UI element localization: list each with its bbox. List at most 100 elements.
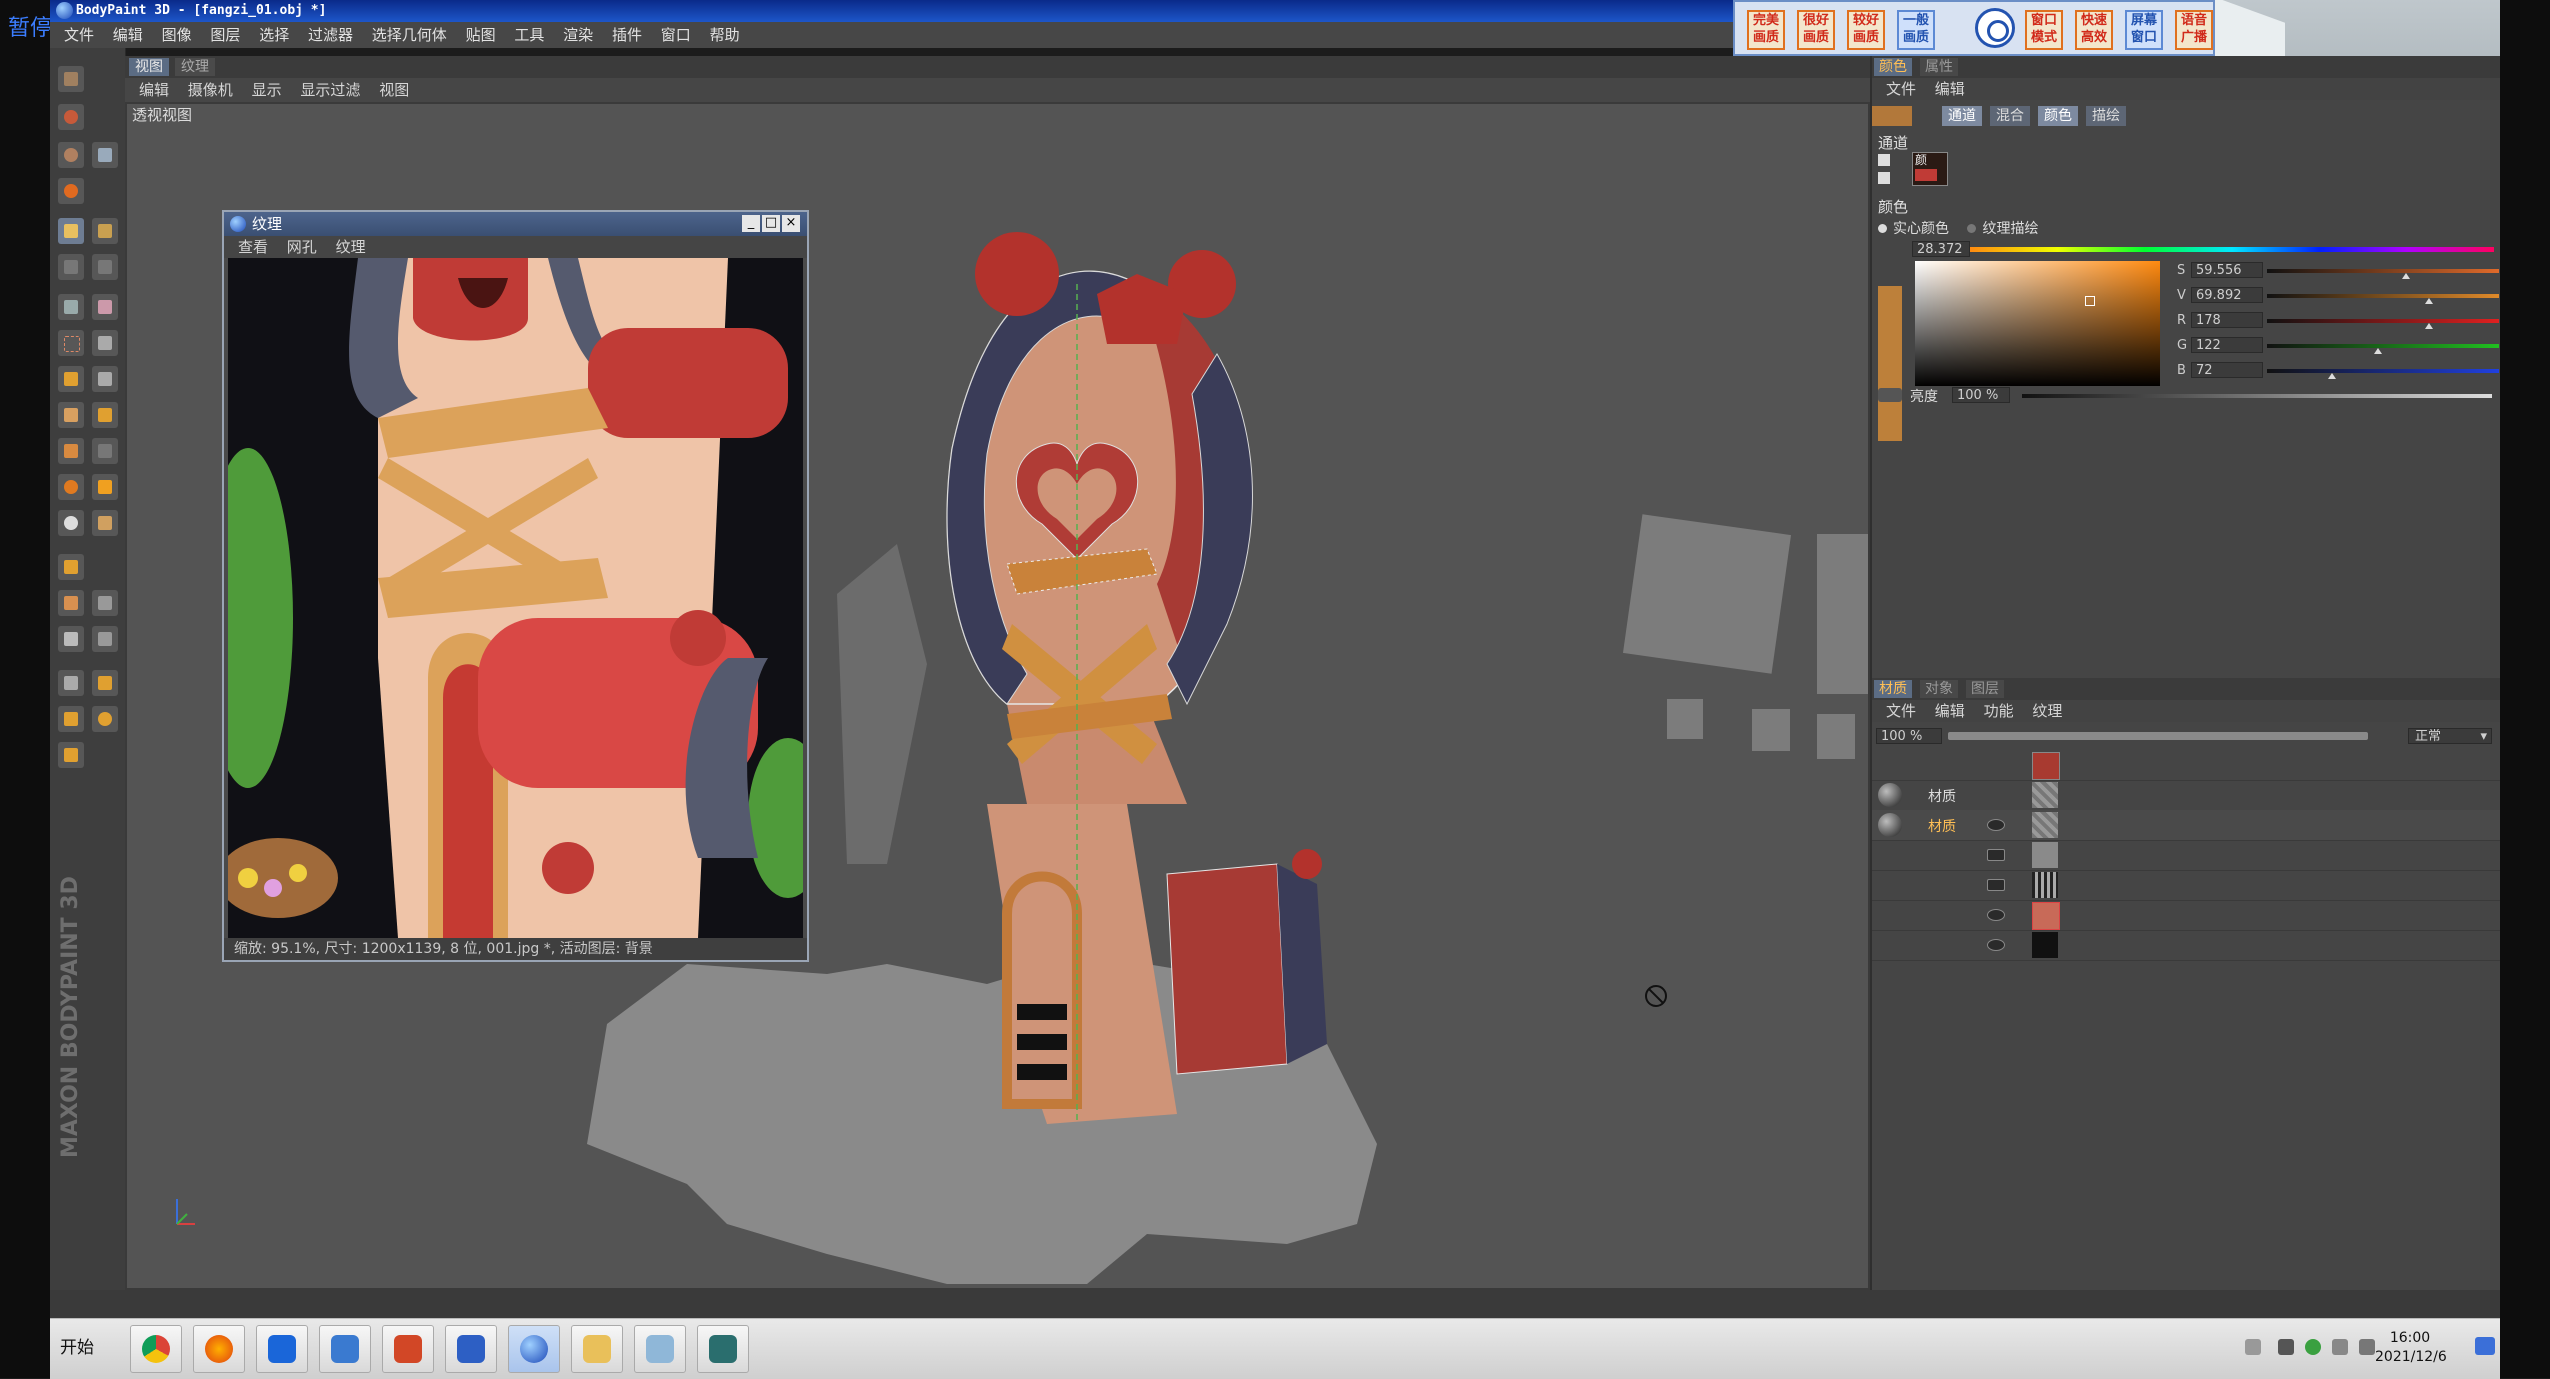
feishu-icon[interactable] (256, 1325, 308, 1373)
slider-value-field[interactable]: 122 (2191, 337, 2263, 353)
fill-bucket-icon[interactable] (58, 474, 84, 500)
layer-row[interactable] (1872, 840, 2500, 871)
texture-window[interactable]: 纹理 _ □ × 查看 网孔 纹理 缩放: 95.1%, 尺寸: 1200x11… (222, 210, 809, 962)
current-color-swatch[interactable] (1872, 106, 1912, 126)
tab-materials[interactable]: 材质 (1874, 680, 1912, 698)
channel-white-icon[interactable] (1878, 154, 1890, 166)
grid-icon[interactable] (58, 626, 84, 652)
vp-menu-filter[interactable]: 显示过滤 (300, 78, 360, 102)
lasso-icon[interactable] (58, 142, 84, 168)
menu-plugins[interactable]: 插件 (612, 22, 642, 48)
menu-tools[interactable]: 工具 (514, 22, 544, 48)
slider-knob[interactable] (2402, 273, 2411, 279)
transform-icon[interactable] (92, 366, 118, 392)
rotate-icon[interactable] (92, 706, 118, 732)
menu-file[interactable]: 文件 (64, 22, 94, 48)
magic-wand-icon[interactable] (92, 142, 118, 168)
layer-row[interactable] (1872, 930, 2500, 961)
tray-network-icon[interactable] (2332, 1339, 2348, 1355)
undo-view-icon[interactable] (58, 66, 84, 92)
slider-value-field[interactable]: 69.892 (2191, 287, 2263, 303)
channel-swatch[interactable]: 颜 (1912, 152, 1948, 186)
layer-row[interactable] (1872, 870, 2500, 901)
screen-window-button[interactable]: 屏幕窗口 (2125, 10, 2163, 50)
slider-knob[interactable] (2425, 298, 2434, 304)
vp-menu-camera[interactable]: 摄像机 (188, 78, 233, 102)
color-menu-edit[interactable]: 编辑 (1935, 78, 1965, 100)
paint-setup-icon[interactable] (58, 178, 84, 204)
slider-track[interactable] (2267, 319, 2499, 323)
channel-black-icon[interactable] (1878, 172, 1890, 184)
slider-knob[interactable] (2327, 373, 2336, 379)
tex-menu-view[interactable]: 查看 (238, 236, 268, 258)
vp-menu-display[interactable]: 显示 (252, 78, 282, 102)
p-icon[interactable] (445, 1325, 497, 1373)
channel-tab-channel[interactable]: 通道 (1942, 106, 1982, 126)
window-mode-button[interactable]: 窗口模式 (2025, 10, 2063, 50)
rect-select-icon[interactable] (58, 330, 84, 356)
triangle-icon[interactable] (58, 554, 84, 580)
vp-menu-view[interactable]: 视图 (379, 78, 409, 102)
taskbar-clock[interactable]: 16:00 2021/12/6 (2375, 1329, 2447, 1367)
show-desktop-icon[interactable] (2475, 1337, 2495, 1355)
menu-texture-map[interactable]: 贴图 (466, 22, 496, 48)
select-arrow-icon[interactable] (58, 670, 84, 696)
slider-track[interactable] (2267, 294, 2499, 298)
slider-knob[interactable] (2374, 348, 2383, 354)
quality-normal-button[interactable]: 一般画质 (1897, 10, 1935, 50)
tray-icon[interactable] (2245, 1339, 2261, 1355)
close-button[interactable]: × (782, 215, 800, 232)
reference-image[interactable] (228, 258, 803, 938)
channel-tab-paint[interactable]: 描绘 (2086, 106, 2126, 126)
mat-menu-functions[interactable]: 功能 (1984, 700, 2014, 722)
slider-value-field[interactable]: 178 (2191, 312, 2263, 328)
slider-value-field[interactable]: 59.556 (2191, 262, 2263, 278)
slider-value-field[interactable]: 72 (2191, 362, 2263, 378)
slider-track[interactable] (2267, 269, 2499, 273)
layer-row[interactable] (1872, 750, 2500, 781)
sponge-icon[interactable] (92, 438, 118, 464)
layer-visibility-icon[interactable] (1987, 879, 2005, 891)
bodypaint-icon[interactable] (508, 1325, 560, 1373)
channel-tab-mix[interactable]: 混合 (1990, 106, 2030, 126)
color-menu-file[interactable]: 文件 (1886, 78, 1916, 100)
layer-visibility-icon[interactable] (1987, 849, 2005, 861)
tex-menu-mesh[interactable]: 网孔 (287, 236, 317, 258)
brush-icon[interactable] (58, 218, 84, 244)
menu-image[interactable]: 图像 (162, 22, 192, 48)
tray-arrow-icon[interactable] (2278, 1339, 2294, 1355)
clone-icon[interactable] (58, 402, 84, 428)
material-row[interactable]: 材质 (1872, 780, 2500, 811)
tray-security-icon[interactable] (2305, 1339, 2321, 1355)
eye-icon[interactable] (1987, 819, 2005, 831)
explorer-icon[interactable] (571, 1325, 623, 1373)
sogou-icon[interactable] (319, 1325, 371, 1373)
undo-icon[interactable] (58, 104, 84, 130)
maximize-button[interactable]: □ (762, 215, 780, 232)
menu-window[interactable]: 窗口 (661, 22, 691, 48)
tab-layers[interactable]: 图层 (1966, 680, 2004, 698)
checker-icon[interactable] (92, 590, 118, 616)
tablet-icon[interactable] (634, 1325, 686, 1373)
g-icon[interactable] (697, 1325, 749, 1373)
tab-color[interactable]: 颜色 (1874, 58, 1912, 76)
mat-menu-texture[interactable]: 纹理 (2032, 700, 2062, 722)
tex-menu-texture[interactable]: 纹理 (336, 236, 366, 258)
menu-edit[interactable]: 编辑 (113, 22, 143, 48)
slider-track[interactable] (2267, 344, 2499, 348)
tab-view[interactable]: 视图 (129, 58, 169, 76)
blend-mode-select[interactable]: 正常 ▾ (2408, 728, 2492, 744)
channel-tab-color[interactable]: 颜色 (2038, 106, 2078, 126)
opacity-field[interactable]: 100 % (1876, 728, 1942, 744)
opacity-slider[interactable] (1948, 732, 2368, 740)
brightness-slider[interactable] (2022, 394, 2492, 398)
firefox-icon[interactable] (193, 1325, 245, 1373)
slider-knob[interactable] (2425, 323, 2434, 329)
material-row[interactable]: 材质 (1872, 810, 2500, 841)
move-cross-icon[interactable] (92, 670, 118, 696)
dropper-icon[interactable] (92, 402, 118, 428)
solid-color-radio[interactable] (1878, 224, 1887, 233)
zoom-icon[interactable] (58, 294, 84, 320)
texture-paint-radio[interactable] (1967, 224, 1977, 233)
menu-select[interactable]: 选择 (259, 22, 289, 48)
